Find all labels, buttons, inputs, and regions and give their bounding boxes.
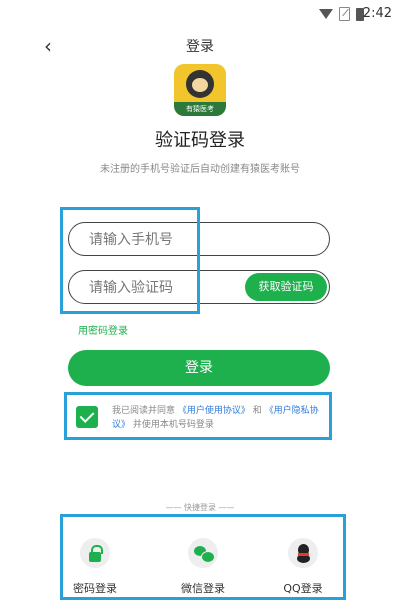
login-subtitle: 未注册的手机号验证后自动创建有猿医考账号	[100, 164, 300, 175]
status-bar: 2:42	[0, 0, 400, 28]
no-sim-icon	[339, 7, 350, 21]
login-heading: 验证码登录	[155, 130, 245, 151]
quick-login-title: —— 快捷登录 ——	[165, 503, 235, 512]
wifi-icon	[319, 9, 333, 19]
status-time: 2:42	[362, 6, 392, 21]
app-logo: 有猿医考	[174, 64, 226, 116]
get-code-button[interactable]: 获取验证码	[245, 273, 327, 301]
highlight-box-inputs	[60, 207, 200, 314]
password-login-link[interactable]: 用密码登录	[78, 322, 128, 337]
page-title: 登录	[186, 39, 214, 55]
highlight-box-quick-login	[60, 514, 346, 600]
highlight-box-agreement	[64, 392, 332, 440]
logo-text: 有猿医考	[174, 102, 226, 116]
monkey-logo-icon	[186, 70, 214, 98]
login-button[interactable]: 登录	[68, 350, 330, 386]
